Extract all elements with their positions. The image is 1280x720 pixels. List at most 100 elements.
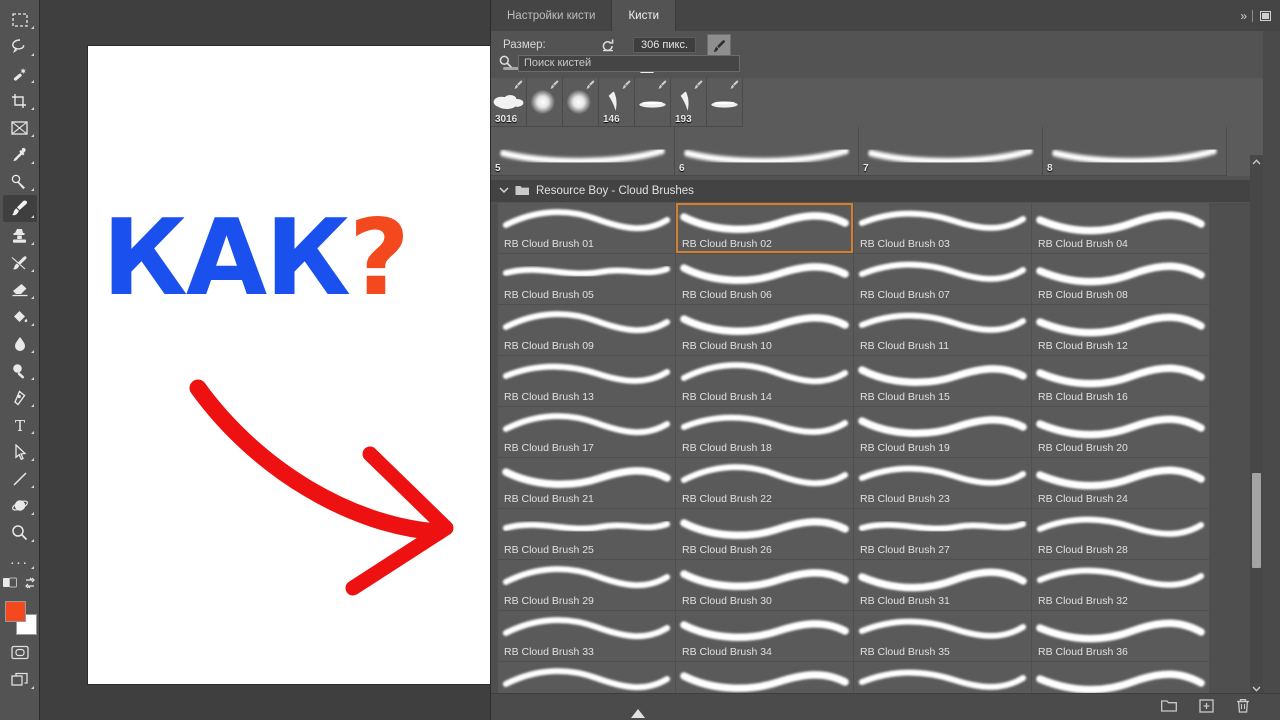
brush-item[interactable]: RB Cloud Brush 11 [854, 305, 1031, 355]
tool-3d-orbit[interactable] [3, 492, 37, 519]
brush-item[interactable]: RB Cloud Brush 30 [676, 560, 853, 610]
tool-line[interactable] [3, 465, 37, 492]
new-group-button[interactable] [1161, 699, 1177, 715]
brush-item[interactable]: RB Cloud Brush 25 [498, 509, 675, 559]
tool-quick-selection[interactable] [3, 60, 37, 87]
tool-pen[interactable] [3, 384, 37, 411]
chevron-down-icon[interactable] [499, 185, 509, 197]
tool-eyedropper[interactable] [3, 141, 37, 168]
panel-tabbar: Настройки кисти Кисти » [491, 0, 1280, 31]
tool-history-brush[interactable] [3, 249, 37, 276]
brush-thumbnail[interactable] [707, 78, 743, 127]
brush-item[interactable]: RB Cloud Brush 06 [676, 254, 853, 304]
collapse-panel-icon[interactable]: » [1240, 9, 1247, 23]
brush-item[interactable] [676, 662, 853, 693]
brush-thumbnail[interactable]: 193 [671, 78, 707, 127]
brush-item[interactable] [854, 662, 1031, 693]
brush-item[interactable]: RB Cloud Brush 09 [498, 305, 675, 355]
brush-thumbnail[interactable]: 8 [1043, 127, 1227, 176]
brush-item[interactable]: RB Cloud Brush 16 [1032, 356, 1209, 406]
tool-paint-bucket[interactable] [3, 303, 37, 330]
tab-brush-settings[interactable]: Настройки кисти [491, 0, 613, 31]
brush-item[interactable]: RB Cloud Brush 08 [1032, 254, 1209, 304]
brush-item[interactable]: RB Cloud Brush 26 [676, 509, 853, 559]
brush-item[interactable]: RB Cloud Brush 04 [1032, 203, 1209, 253]
brush-item[interactable]: RB Cloud Brush 29 [498, 560, 675, 610]
search-input[interactable] [518, 54, 740, 72]
foreground-color-swatch[interactable] [4, 601, 26, 622]
brush-item[interactable]: RB Cloud Brush 14 [676, 356, 853, 406]
brush-item[interactable]: RB Cloud Brush 20 [1032, 407, 1209, 457]
brush-item[interactable]: RB Cloud Brush 13 [498, 356, 675, 406]
brush-item[interactable]: RB Cloud Brush 34 [676, 611, 853, 661]
brush-group-header[interactable]: Resource Boy - Cloud Brushes [491, 180, 1280, 202]
tool-frame[interactable] [3, 114, 37, 141]
brush-item[interactable]: RB Cloud Brush 33 [498, 611, 675, 661]
tool-path-selection[interactable] [3, 438, 37, 465]
brush-item[interactable]: RB Cloud Brush 15 [854, 356, 1031, 406]
brush-item[interactable]: RB Cloud Brush 22 [676, 458, 853, 508]
brush-thumbnail[interactable]: 5 [491, 127, 675, 176]
panel-menu-icon[interactable] [1260, 10, 1271, 21]
tab-brushes[interactable]: Кисти [612, 0, 677, 31]
document-canvas[interactable]: КАК? [88, 46, 500, 684]
brush-preset-list[interactable]: RB Cloud Brush 01 RB Cloud Brush 02 RB Clo… [491, 203, 1255, 693]
scroll-up-arrow[interactable] [1250, 155, 1263, 168]
color-swatches[interactable] [3, 599, 37, 639]
brush-thumbnail[interactable] [563, 78, 599, 127]
tool-dodge[interactable] [3, 357, 37, 384]
brush-item[interactable]: RB Cloud Brush 03 [854, 203, 1031, 253]
brush-thumbnail[interactable]: 7 [859, 127, 1043, 176]
brush-item[interactable]: RB Cloud Brush 35 [854, 611, 1031, 661]
brush-tip-badge [657, 80, 668, 94]
brush-item[interactable]: RB Cloud Brush 10 [676, 305, 853, 355]
brush-thumbnail-strip[interactable]: 3016 146 193 5 6 7 8 [491, 78, 1280, 176]
arrange-documents-button[interactable] [3, 666, 37, 693]
brush-item[interactable]: RB Cloud Brush 18 [676, 407, 853, 457]
brush-item[interactable]: RB Cloud Brush 12 [1032, 305, 1209, 355]
tool-more[interactable]: ... [3, 546, 37, 573]
brush-item-label: RB Cloud Brush 36 [1038, 646, 1128, 658]
brush-item[interactable]: RB Cloud Brush 07 [854, 254, 1031, 304]
brush-item[interactable]: RB Cloud Brush 28 [1032, 509, 1209, 559]
brush-thumbnail[interactable] [635, 78, 671, 127]
brush-item[interactable]: RB Cloud Brush 21 [498, 458, 675, 508]
tool-rectangular-marquee[interactable] [3, 6, 37, 33]
delete-brush-button[interactable] [1236, 698, 1250, 716]
brush-item-label: RB Cloud Brush 18 [682, 442, 772, 454]
scrollbar-thumb[interactable] [1252, 473, 1261, 568]
brush-item[interactable]: RB Cloud Brush 05 [498, 254, 675, 304]
brush-item[interactable] [498, 662, 675, 693]
quick-mask-icon[interactable] [3, 576, 17, 594]
brush-list-scrollbar[interactable] [1250, 155, 1263, 695]
brush-thumbnail[interactable]: 3016 [491, 78, 527, 127]
screen-mode-button[interactable] [3, 639, 37, 666]
tool-brush[interactable] [2, 195, 37, 222]
brush-item[interactable]: RB Cloud Brush 27 [854, 509, 1031, 559]
brush-item[interactable]: RB Cloud Brush 17 [498, 407, 675, 457]
brush-item[interactable]: RB Cloud Brush 36 [1032, 611, 1209, 661]
brush-thumbnail[interactable] [527, 78, 563, 127]
brush-thumbnail[interactable]: 146 [599, 78, 635, 127]
brush-item[interactable]: RB Cloud Brush 24 [1032, 458, 1209, 508]
brush-item[interactable]: RB Cloud Brush 23 [854, 458, 1031, 508]
brush-thumbnail[interactable]: 6 [675, 127, 859, 176]
tool-zoom[interactable] [3, 519, 37, 546]
brush-item[interactable]: RB Cloud Brush 01 [498, 203, 675, 253]
brush-thumbnail-number: 5 [495, 163, 501, 174]
tool-type[interactable]: T [3, 411, 37, 438]
brush-item[interactable]: RB Cloud Brush 32 [1032, 560, 1209, 610]
swap-colors-icon[interactable] [24, 576, 36, 594]
new-brush-button[interactable] [1199, 698, 1214, 716]
brush-item[interactable]: RB Cloud Brush 19 [854, 407, 1031, 457]
tool-crop[interactable] [3, 87, 37, 114]
tool-lasso[interactable] [3, 33, 37, 60]
brush-item-selected[interactable]: RB Cloud Brush 02 [676, 203, 853, 253]
tool-blur[interactable] [3, 330, 37, 357]
brush-item[interactable] [1032, 662, 1209, 693]
tool-clone-stamp[interactable] [3, 222, 37, 249]
panel-resize-handle[interactable] [631, 709, 645, 718]
tool-eraser[interactable] [3, 276, 37, 303]
brush-item[interactable]: RB Cloud Brush 31 [854, 560, 1031, 610]
tool-spot-healing-brush[interactable] [3, 168, 37, 195]
